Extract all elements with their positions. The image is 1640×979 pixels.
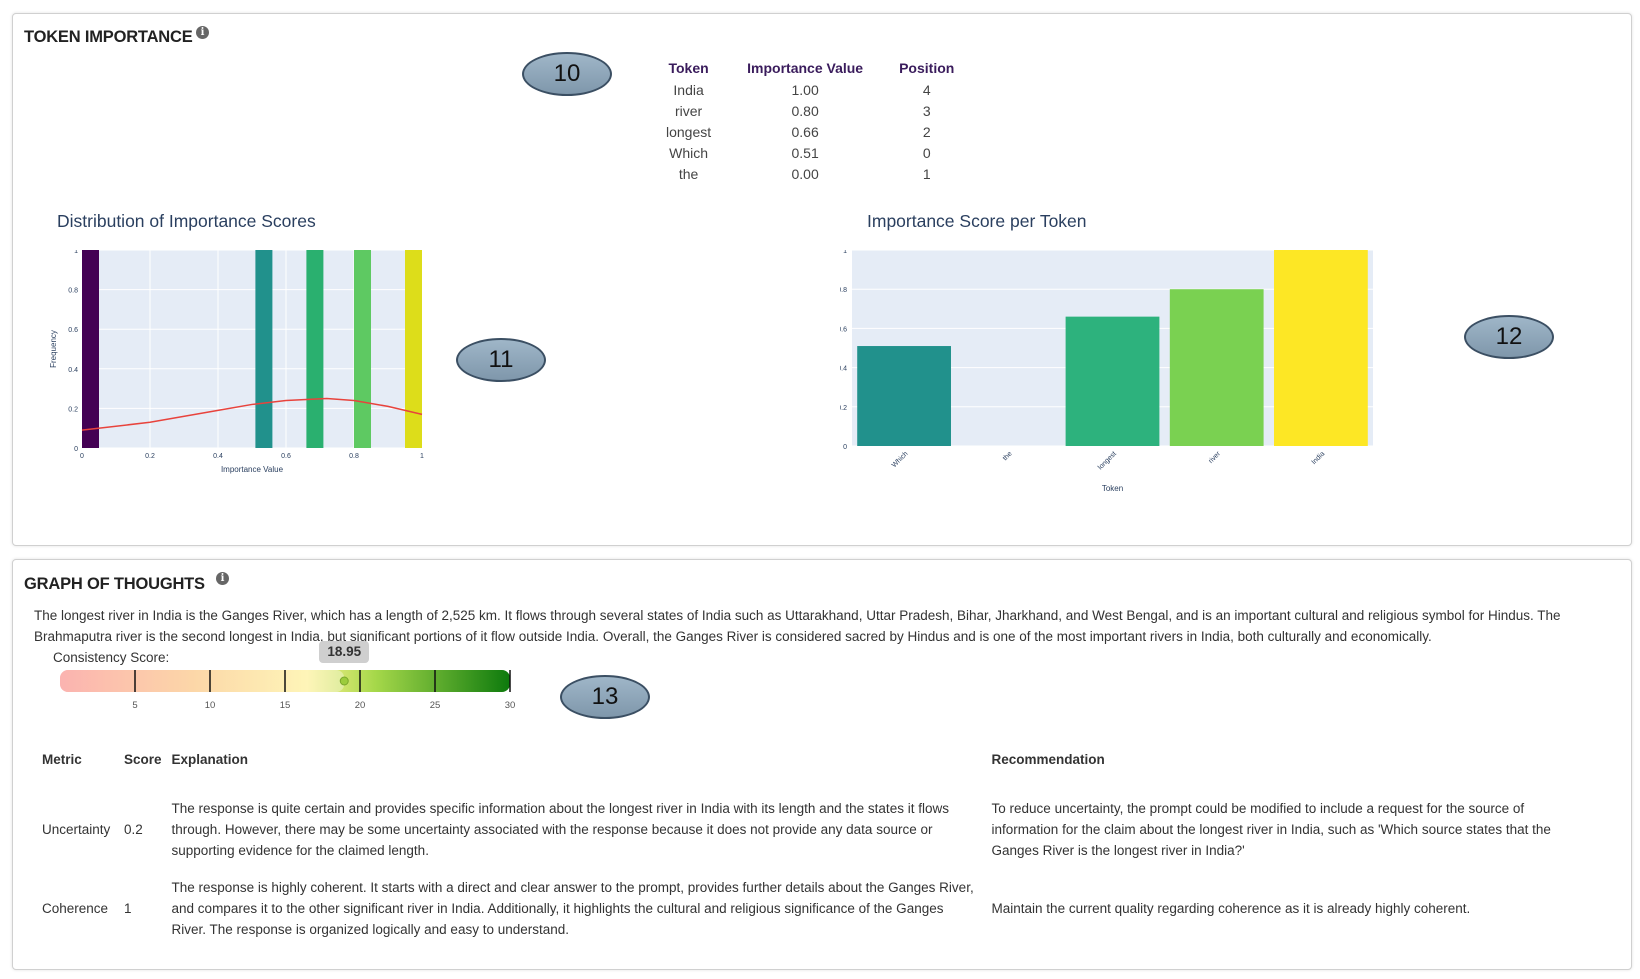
position-cell: 0 [922, 144, 931, 161]
token-cell: the [678, 165, 699, 182]
bar [857, 346, 951, 446]
token-cell: India [673, 81, 704, 98]
score-cell: 0.2 [124, 822, 143, 837]
column-header-token: Token [668, 59, 709, 76]
position-cell: 4 [922, 81, 931, 98]
callout-11: 11 [456, 338, 546, 382]
metric-cell: Uncertainty [42, 822, 111, 837]
slider-tick-label: 20 [355, 700, 366, 711]
y-tick-label: 0.2 [840, 405, 847, 412]
histogram-title: Distribution of Importance Scores [57, 211, 316, 231]
importance-cell: 0.51 [791, 144, 819, 161]
consistency-value-bubble: 18.95 [319, 641, 370, 663]
table-row: Uncertainty 0.2 The response is quite ce… [38, 790, 1598, 869]
x-tick-label: 0.2 [145, 453, 155, 460]
x-axis-label: Token [1102, 484, 1123, 493]
bar [1065, 316, 1160, 446]
position-cell: 2 [922, 123, 931, 140]
info-icon[interactable]: i [216, 572, 229, 585]
importance-cell: 0.66 [791, 123, 819, 140]
importance-cell: 0.80 [791, 102, 819, 119]
y-tick-label: 1 [74, 250, 78, 255]
x-tick-label: India [1311, 450, 1327, 466]
position-cell: 1 [922, 165, 931, 182]
x-tick-label: river [1208, 450, 1223, 465]
y-tick-label: 0 [843, 444, 847, 451]
bar [1169, 289, 1264, 446]
x-axis-label: Importance Value [221, 465, 284, 474]
x-tick-label: the [1002, 450, 1014, 462]
importance-histogram: 0 0.2 0.4 0.6 0.8 1 0 0.2 0.4 0.6 0.8 1 Importance V… [49, 250, 424, 474]
slider-fill-mask [60, 670, 345, 692]
y-tick-label: 0.6 [68, 327, 78, 334]
callout-12: 12 [1464, 315, 1554, 359]
slider-thumb [339, 676, 349, 686]
callout-13: 13 [560, 675, 650, 719]
token-importance-title: TOKEN IMPORTANCE [24, 28, 193, 46]
slider-tick-label: 25 [430, 700, 441, 711]
column-header-metric: Metric [42, 752, 82, 767]
position-cell: 3 [922, 102, 931, 119]
x-tick-label: 0.4 [213, 453, 223, 460]
x-tick-label: 0.8 [349, 453, 359, 460]
token-cell: longest [666, 123, 712, 140]
info-icon[interactable]: i [196, 26, 209, 39]
slider-tick-label: 15 [280, 700, 291, 711]
token-cell: river [674, 102, 703, 119]
table-row: India 1.00 4 [648, 79, 972, 100]
recommendation-cell: To reduce uncertainty, the prompt could … [991, 801, 1551, 858]
recommendation-cell: Maintain the current quality regarding c… [991, 901, 1471, 916]
slider-tick-label: 30 [505, 700, 516, 711]
bar-chart-title: Importance Score per Token [867, 211, 1087, 231]
x-tick-label: longest [1097, 450, 1118, 471]
y-tick-label: 0.2 [68, 406, 78, 413]
table-row: river 0.80 3 [648, 100, 972, 121]
column-header-recommendation: Recommendation [991, 752, 1105, 767]
x-tick-label: 0.6 [281, 453, 291, 460]
importance-cell: 1.00 [791, 81, 819, 98]
explanation-cell: The response is highly coherent. It star… [171, 880, 974, 937]
table-row: Which 0.51 0 [648, 142, 972, 163]
x-tick-label: 0 [80, 453, 84, 460]
histogram-bar [354, 250, 371, 448]
y-tick-label: 0.8 [68, 288, 78, 295]
slider-tick-label: 5 [132, 700, 137, 711]
y-tick-label: 0.6 [840, 326, 847, 333]
bar [1274, 250, 1368, 446]
column-header-explanation: Explanation [171, 752, 249, 767]
table-row: longest 0.66 2 [648, 121, 972, 142]
slider-tick-label: 10 [205, 700, 216, 711]
histogram-bar [306, 250, 324, 448]
column-header-position: Position [899, 59, 955, 76]
consistency-score-slider[interactable]: 5 10 15 20 25 30 [58, 658, 558, 718]
table-row: Coherence 1 The response is highly coher… [38, 869, 1598, 948]
y-tick-label: 0 [74, 446, 78, 453]
table-row: the 0.00 1 [648, 163, 972, 184]
x-tick-label: Which [891, 450, 910, 469]
callout-10: 10 [522, 52, 612, 96]
histogram-bar [82, 250, 99, 448]
metrics-table: Metric Score Explanation Recommendation … [38, 752, 1598, 948]
table-header-row: Token Importance Value Position [648, 58, 972, 79]
column-header-score: Score [124, 752, 162, 767]
token-importance-table: Token Importance Value Position India 1.… [648, 58, 972, 184]
response-paragraph: The longest river in India is the Ganges… [34, 608, 1561, 644]
explanation-cell: The response is quite certain and provid… [171, 801, 949, 858]
histogram-bar [405, 250, 422, 448]
y-tick-label: 1 [843, 250, 847, 255]
importance-cell: 0.00 [791, 165, 819, 182]
graph-of-thoughts-title: GRAPH OF THOUGHTS [24, 575, 205, 593]
token-cell: Which [669, 144, 709, 161]
score-cell: 1 [124, 901, 132, 916]
x-tick-label: 1 [420, 453, 424, 460]
y-tick-label: 0.4 [68, 367, 78, 374]
y-axis-label: Frequency [49, 330, 58, 368]
importance-bar-chart: 0 0.2 0.4 0.6 0.8 1 Which the longest river India T… [840, 250, 1373, 493]
y-tick-label: 0.4 [840, 366, 847, 373]
histogram-bar [255, 250, 273, 448]
metric-cell: Coherence [42, 901, 109, 916]
table-header-row: Metric Score Explanation Recommendation [38, 752, 1598, 790]
column-header-importance: Importance Value [747, 59, 864, 76]
y-tick-label: 0.8 [840, 287, 847, 294]
